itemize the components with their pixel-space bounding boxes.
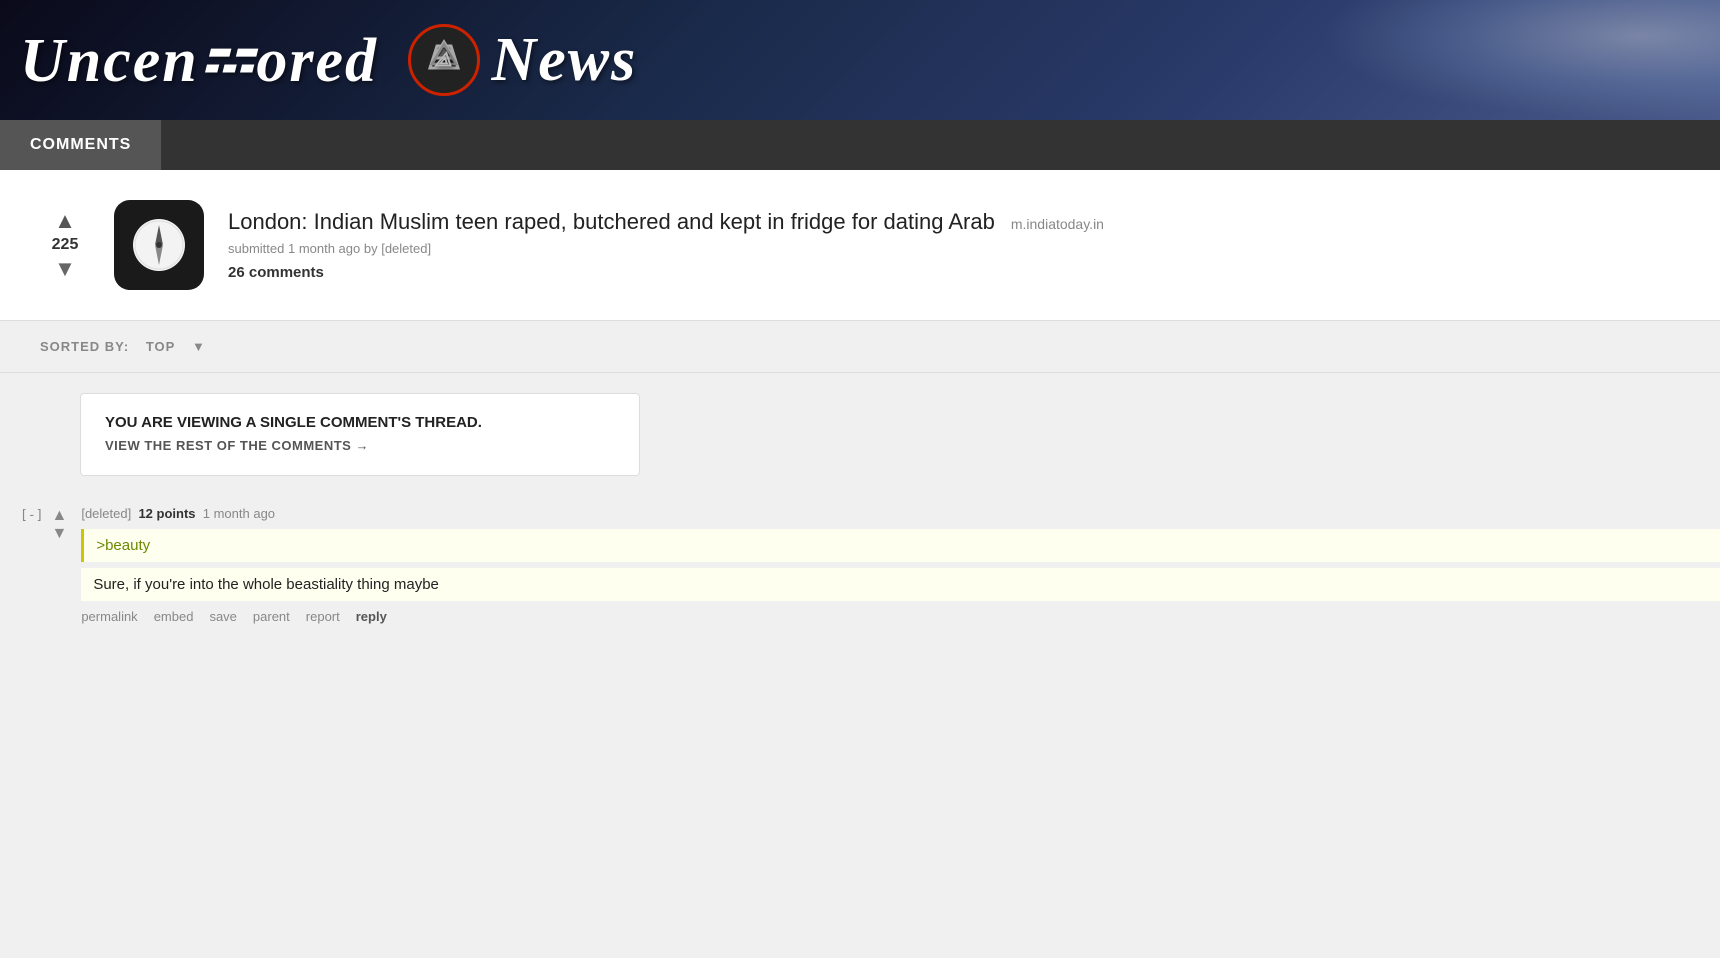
sort-dropdown[interactable]: SORTED BY: TOP ▼ [40,339,1680,354]
comment-author: [deleted] [81,506,131,521]
post-thumbnail [114,200,204,290]
title-text-part1: Uncen𝌂ored [20,23,396,97]
vote-box: ▲ 225 ▼ [40,210,90,280]
site-header: Uncen𝌂ored ⟁ News [0,0,1720,120]
report-link[interactable]: report [306,609,340,624]
sort-arrow-icon: ▼ [192,339,206,354]
nav-bar: COMMENTS [0,120,1720,170]
permalink-link[interactable]: permalink [81,609,137,624]
sort-label-text: SORTED BY: [40,339,129,354]
thread-notice-title: YOU ARE VIEWING A SINGLE COMMENT'S THREA… [105,414,615,431]
thread-notice: YOU ARE VIEWING A SINGLE COMMENT'S THREA… [80,393,640,476]
post-title[interactable]: London: Indian Muslim teen raped, butche… [228,209,995,235]
comment-text: Sure, if you're into the whole beastiali… [81,568,1720,601]
comment-time: 1 month ago [203,506,275,521]
header-clouds-decoration [1320,0,1720,120]
comment-header: [deleted] 12 points 1 month ago [81,506,1720,521]
comment-quote: >beauty [81,529,1720,562]
save-link[interactable]: save [209,609,236,624]
post-section: ▲ 225 ▼ London: Indian Muslim teen raped… [0,170,1720,321]
comment-thread: [-] ▲ ▼ [deleted] 12 points 1 month ago … [0,496,1720,624]
post-title-row: London: Indian Muslim teen raped, butche… [228,209,1680,235]
compass-icon [129,215,189,275]
comment-actions: permalink embed save parent report reply [81,609,1720,624]
comment-upvote-button[interactable]: ▲ [51,508,67,524]
post-comments-count[interactable]: 26 comments [228,264,1680,281]
site-title: Uncen𝌂ored ⟁ News [20,23,637,97]
parent-link[interactable]: parent [253,609,290,624]
title-text-part2: News [492,25,638,96]
post-info: London: Indian Muslim teen raped, butche… [228,209,1680,281]
reply-link[interactable]: reply [356,609,387,624]
vote-count: 225 [52,236,79,254]
view-rest-comments-link[interactable]: VIEW THE REST OF THE COMMENTS → [105,438,369,453]
comments-tab[interactable]: COMMENTS [0,120,161,170]
comment-vote-box: ▲ ▼ [51,508,67,542]
sort-value: TOP [146,339,176,354]
collapse-button[interactable]: [-] [20,508,43,523]
site-logo: ⟁ [408,24,480,96]
post-source[interactable]: m.indiatoday.in [1011,216,1104,232]
comment-points: 12 points [138,506,195,521]
post-meta: submitted 1 month ago by [deleted] [228,241,1680,256]
svg-text:⟁: ⟁ [433,49,454,71]
comment-section: [-] ▲ ▼ [deleted] 12 points 1 month ago … [0,496,1720,664]
sort-bar: SORTED BY: TOP ▼ [0,321,1720,373]
downvote-button[interactable]: ▼ [54,258,76,280]
comment-body: [deleted] 12 points 1 month ago >beauty … [81,506,1720,624]
upvote-button[interactable]: ▲ [54,210,76,232]
thread-notice-wrapper: YOU ARE VIEWING A SINGLE COMMENT'S THREA… [0,393,1720,476]
valknut-icon: ⟁ [420,36,468,84]
embed-link[interactable]: embed [154,609,194,624]
comment-downvote-button[interactable]: ▼ [51,526,67,542]
